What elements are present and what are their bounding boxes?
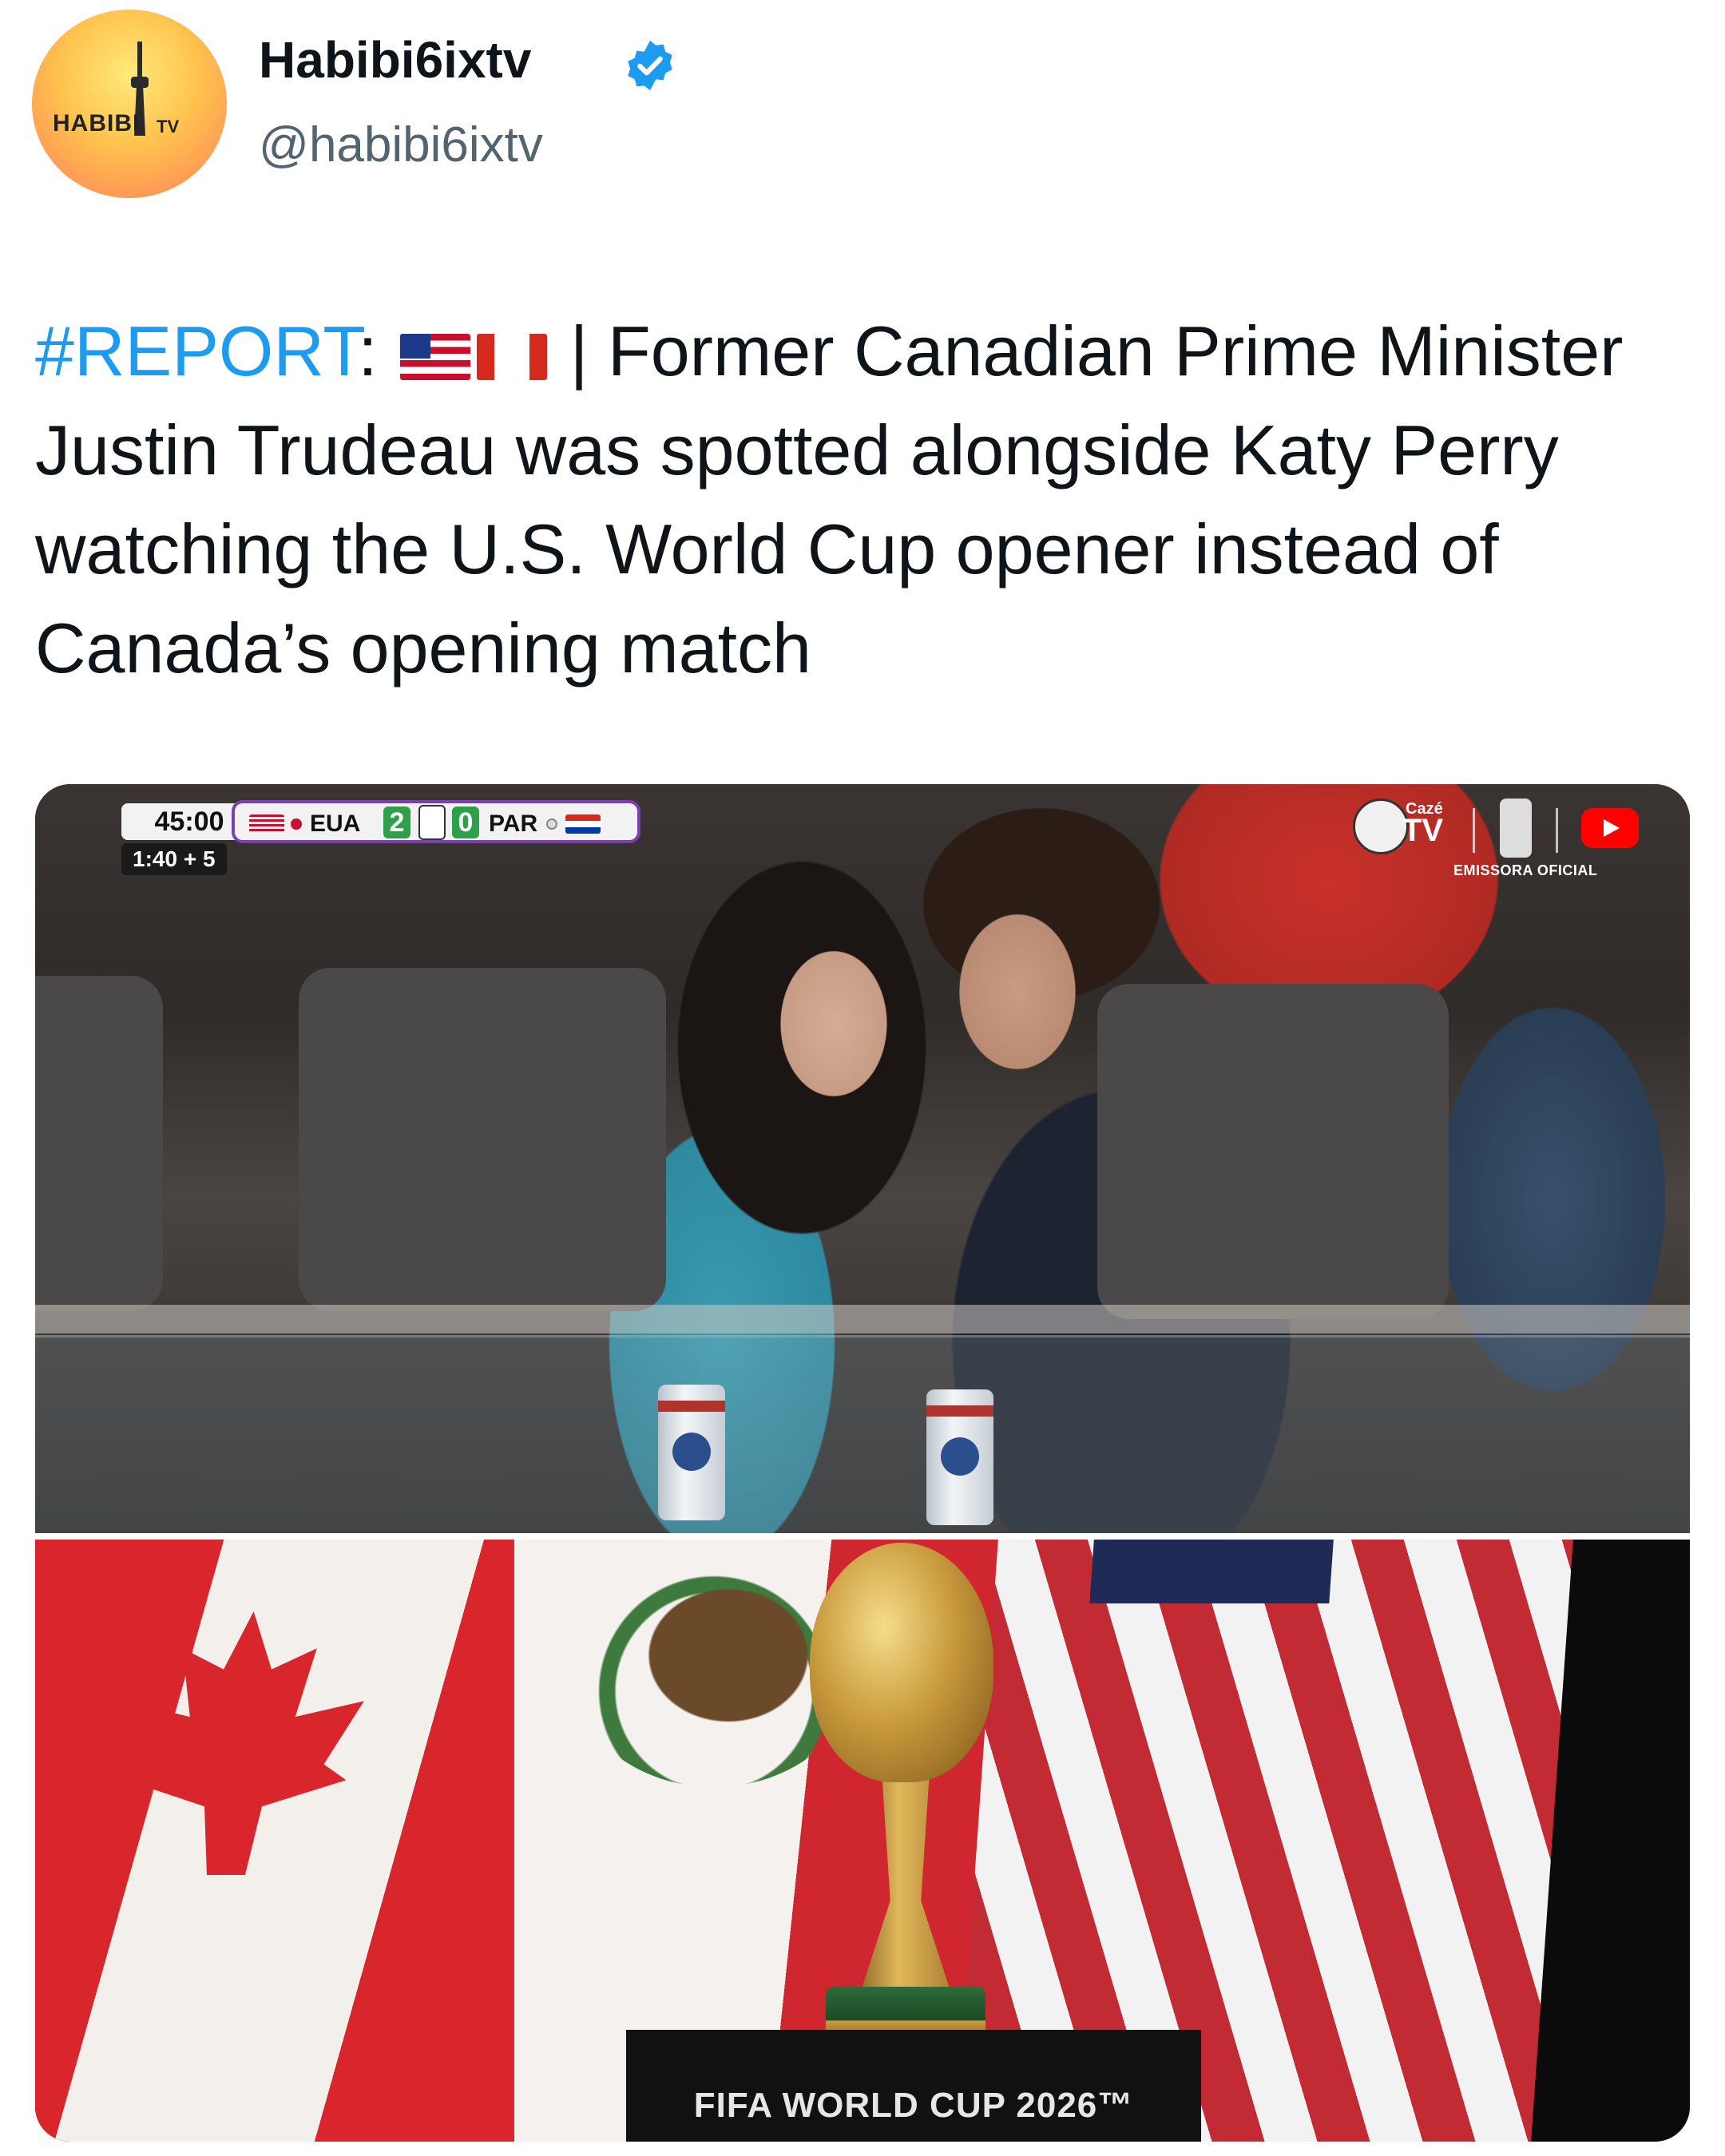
- scoreboard: EUA 2 0 PAR: [232, 800, 640, 843]
- beverage-can: [926, 1389, 993, 1525]
- caze-mascot-icon: [1353, 799, 1409, 854]
- away-team-dot: [546, 818, 557, 830]
- image-divider: [35, 1533, 1690, 1540]
- caze-tv-label: TV: [1402, 813, 1444, 848]
- glass-barrier: [35, 1335, 1690, 1536]
- canada-flag-icon: [477, 333, 548, 380]
- box-ledge: [35, 1305, 1690, 1334]
- trophy-photo[interactable]: FIFA WORLD CUP 2026™: [35, 1540, 1690, 2142]
- stadium-photo[interactable]: 45:00 1:40 + 5 EUA 2 0 PAR Cazé TV EMISS…: [35, 784, 1690, 1536]
- stadium-seat: [299, 968, 666, 1311]
- home-team-dot: [291, 818, 302, 830]
- home-score: 2: [383, 807, 410, 838]
- profile-avatar[interactable]: HABIBI TV: [32, 10, 227, 198]
- fifa-emblem-icon: [1500, 799, 1532, 858]
- world-cup-trophy-icon: [810, 1543, 993, 1782]
- avatar-logo-text-left: HABIBI: [53, 110, 141, 137]
- colon: :: [358, 311, 378, 390]
- trophy-plaque-text: FIFA WORLD CUP 2026™: [693, 2086, 1134, 2125]
- cn-tower-icon: [131, 42, 149, 97]
- tweet-text: #REPORT: | Former Canadian Prime Ministe…: [35, 302, 1696, 698]
- paraguay-flag-icon: [565, 814, 601, 834]
- display-name[interactable]: Habibi6ixtv: [259, 30, 531, 89]
- stadium-seat: [35, 976, 163, 1311]
- world-cup-emblem-icon: [418, 805, 446, 840]
- official-broadcaster-label: EMISSORA OFICIAL: [1453, 862, 1598, 878]
- verified-badge-icon: [628, 40, 672, 91]
- usa-flag-canton: [1089, 1540, 1336, 1603]
- user-handle[interactable]: @habibi6ixtv: [259, 117, 543, 173]
- home-team: EUA: [310, 810, 361, 837]
- youtube-icon: [1581, 808, 1639, 848]
- away-score: 0: [452, 807, 479, 838]
- logo-divider: [1556, 808, 1558, 853]
- tweet-media[interactable]: 45:00 1:40 + 5 EUA 2 0 PAR Cazé TV EMISS…: [35, 784, 1690, 2142]
- logo-divider: [1473, 808, 1475, 853]
- maple-leaf-icon: [106, 1611, 374, 1875]
- avatar-logo-text-right: TV: [157, 117, 180, 137]
- trophy-plaque: FIFA WORLD CUP 2026™: [626, 2030, 1201, 2142]
- away-team: PAR: [489, 810, 538, 837]
- added-time: 1:40 + 5: [121, 843, 227, 875]
- usa-flag-icon: [249, 814, 284, 834]
- beverage-can: [658, 1385, 725, 1520]
- hashtag-link[interactable]: #REPORT: [35, 311, 358, 390]
- us-flag-icon: [400, 333, 471, 380]
- stadium-seat: [1097, 984, 1449, 1319]
